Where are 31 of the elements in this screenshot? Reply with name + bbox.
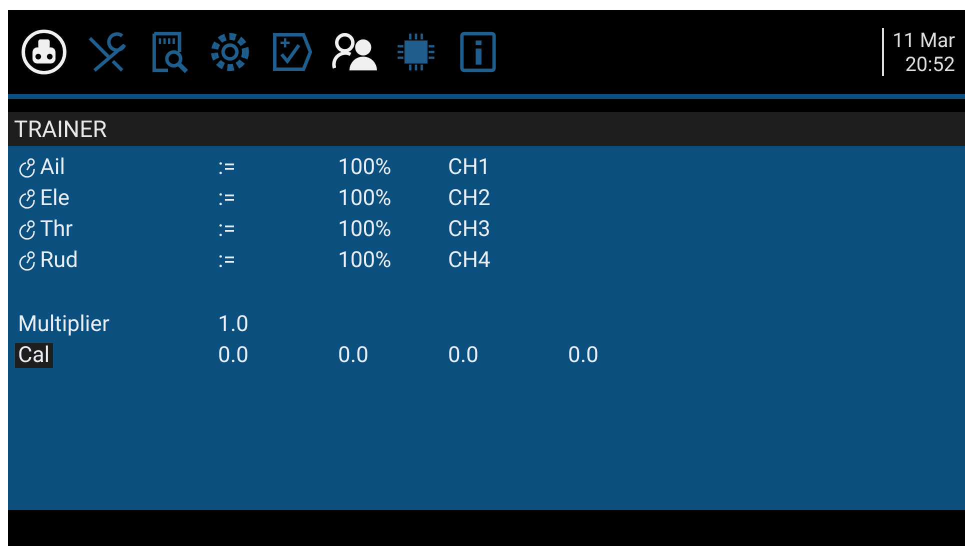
stick-icon <box>18 188 38 208</box>
radio-icon <box>21 29 67 75</box>
mode-value[interactable]: := <box>218 186 236 211</box>
weight-value[interactable]: 100% <box>338 155 392 180</box>
calibration-value: 0.0 <box>448 343 479 368</box>
channel-output[interactable]: CH4 <box>448 248 490 273</box>
cal-item[interactable]: Cal <box>15 343 53 368</box>
channel-output[interactable]: CH3 <box>448 217 490 242</box>
stick-icon <box>18 220 38 240</box>
channel-output[interactable]: CH1 <box>448 155 490 180</box>
multiplier-label: Multiplier <box>18 312 110 337</box>
mode-value[interactable]: := <box>218 248 236 273</box>
mode-value[interactable]: := <box>218 155 236 180</box>
date-text: 11 Mar <box>892 28 955 52</box>
channel-name[interactable]: Ail <box>40 155 66 180</box>
time-text: 20:52 <box>905 52 955 76</box>
weight-value[interactable]: 100% <box>338 186 392 211</box>
channel-name[interactable]: Ele <box>40 186 70 211</box>
stick-icon <box>18 158 38 178</box>
channel-name[interactable]: Thr <box>40 217 73 242</box>
stick-icon <box>18 250 38 270</box>
page-title: TRAINER <box>14 116 107 142</box>
calibration-value: 0.0 <box>338 343 369 368</box>
weight-value[interactable]: 100% <box>338 217 392 242</box>
calibration-value: 0.0 <box>218 343 249 368</box>
weight-value[interactable]: 100% <box>338 248 392 273</box>
calibration-value: 0.0 <box>568 343 599 368</box>
mode-value[interactable]: := <box>218 217 236 242</box>
multiplier-value[interactable]: 1.0 <box>218 312 249 337</box>
channel-name[interactable]: Rud <box>40 248 78 273</box>
channel-output[interactable]: CH2 <box>448 186 490 211</box>
